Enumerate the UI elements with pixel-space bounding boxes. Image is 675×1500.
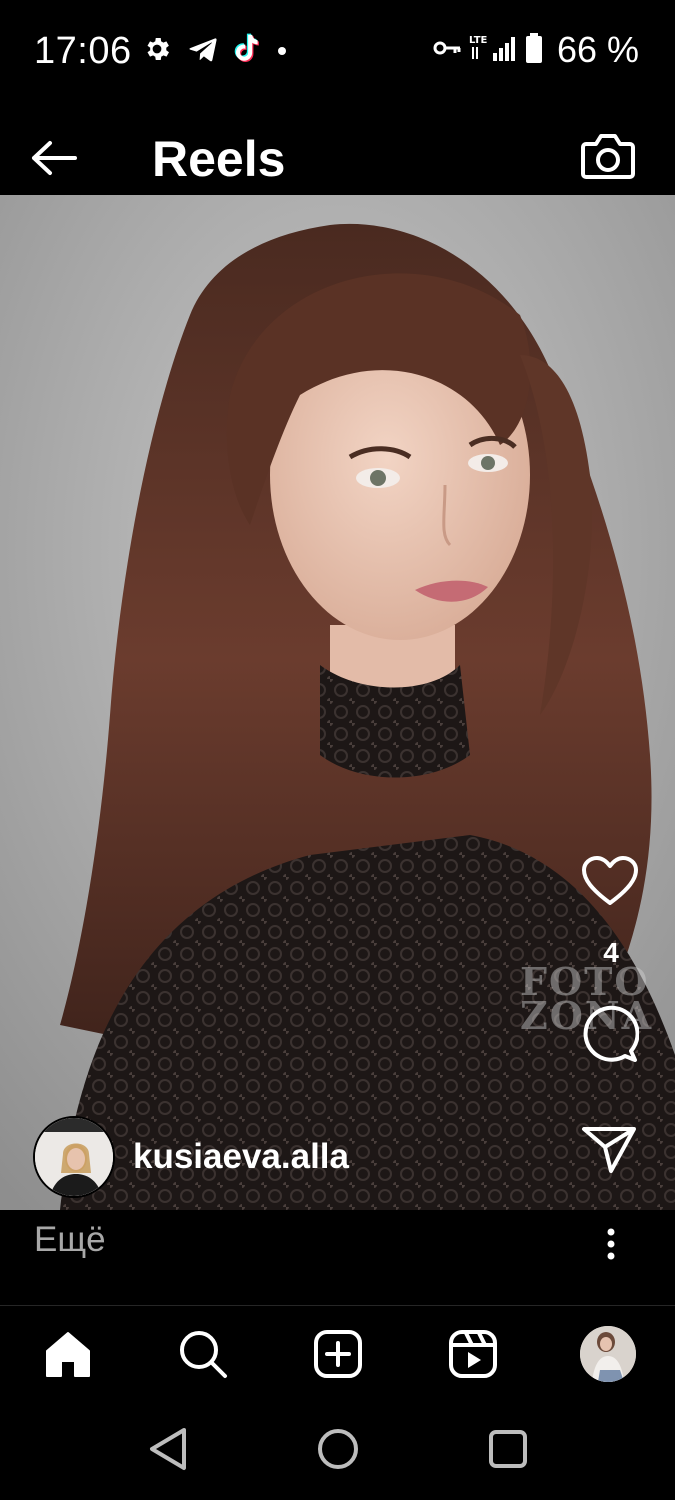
paper-plane-icon [582,1127,636,1173]
svg-text:LTE: LTE [469,35,488,46]
reels-header: Reels [0,100,675,195]
back-triangle-icon [150,1428,186,1470]
comment-icon [583,1005,640,1062]
recents-square-icon [489,1430,527,1468]
page-title: Reels [152,131,286,187]
nav-reels[interactable] [445,1326,501,1382]
arrow-left-icon [32,141,77,175]
caption-more-link[interactable]: Ещё [34,1220,106,1260]
tiktok-icon [234,33,264,70]
system-navigation-bar [0,1400,675,1500]
battery-icon [525,32,543,68]
camera-button[interactable] [580,130,644,190]
system-home-button[interactable] [316,1426,366,1476]
status-icons-right: LTE 66 % [433,29,639,70]
caption-strip: Ещё [0,1210,675,1305]
profile-avatar[interactable] [580,1326,636,1382]
telegram-icon [186,34,220,69]
create-icon [314,1330,362,1378]
comment-button[interactable] [581,1005,643,1067]
battery-percentage: 66 % [556,29,639,70]
lte-signal-icon: LTE [469,33,517,68]
share-button[interactable] [581,1125,643,1181]
heart-icon [582,856,638,905]
reel-author[interactable]: kusiaeva.alla [33,1115,349,1199]
home-icon [46,1332,90,1377]
reel-video[interactable]: FOTO ZONA 4 kusiaeva.alla [0,195,675,1210]
home-circle-icon [318,1429,358,1469]
vpn-key-icon [433,38,461,63]
status-bar: 17:06 LTE 66 % [0,0,675,100]
author-username[interactable]: kusiaeva.alla [133,1137,349,1177]
system-recents-button[interactable] [486,1426,536,1476]
nav-home[interactable] [40,1326,96,1382]
reel-portrait-image [0,195,675,1210]
search-icon [180,1331,227,1378]
nav-search[interactable] [175,1326,231,1382]
profile-avatar-image [580,1326,636,1382]
bottom-navigation [0,1306,675,1400]
back-button[interactable] [28,138,88,188]
notification-dot [278,47,286,55]
like-button[interactable] [581,855,641,911]
reels-icon [449,1330,497,1378]
status-time: 17:06 [34,30,132,72]
camera-icon [581,134,635,179]
author-avatar[interactable] [33,1116,115,1198]
nav-create[interactable] [310,1326,366,1382]
vertical-dots-icon [607,1228,615,1260]
like-count: 4 [603,937,619,968]
system-back-button[interactable] [146,1426,196,1476]
settings-icon [142,34,172,69]
nav-profile[interactable] [580,1326,636,1382]
more-options-button[interactable] [596,1226,626,1266]
author-avatar-image [35,1118,113,1196]
status-icons-left [142,32,286,70]
